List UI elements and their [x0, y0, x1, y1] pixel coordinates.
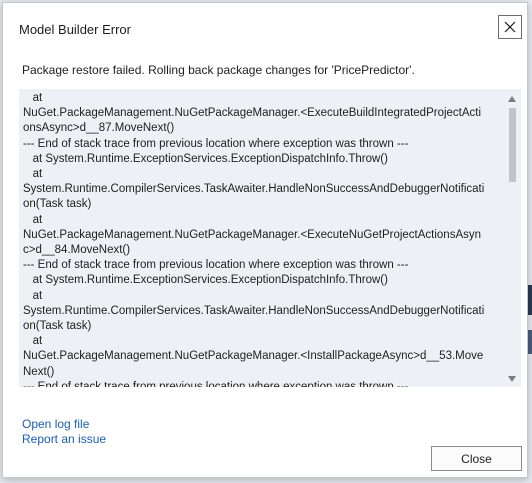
stack-trace-line: System.Runtime.CompilerServices.TaskAwai…: [23, 183, 485, 196]
scroll-down-button[interactable]: [505, 371, 519, 385]
stack-trace-line: on(Task task): [23, 198, 92, 211]
stack-trace-line: Next(): [23, 365, 55, 378]
stack-trace-line: at System.Runtime.ExceptionServices.Exce…: [23, 152, 388, 165]
stack-trace-line: at: [23, 168, 43, 181]
stack-trace-line: at: [23, 289, 43, 302]
scrollbar-thumb[interactable]: [509, 108, 516, 182]
dialog-title: Model Builder Error: [19, 22, 131, 37]
stack-trace-line: --- End of stack trace from previous loc…: [23, 137, 409, 150]
stack-trace-line: at: [23, 92, 43, 104]
close-button[interactable]: Close: [431, 446, 522, 471]
close-icon: [504, 21, 516, 33]
chevron-up-icon: [508, 89, 516, 107]
stack-trace-line: --- End of stack trace from previous loc…: [23, 259, 409, 272]
stack-trace-line: at: [23, 213, 43, 226]
stack-trace-line: c>d__84.MoveNext(): [23, 244, 131, 257]
error-message: Package restore failed. Rolling back pac…: [22, 63, 415, 77]
stack-trace-line: System.Runtime.CompilerServices.TaskAwai…: [23, 304, 485, 317]
open-log-file-link[interactable]: Open log file: [22, 417, 89, 431]
stack-trace-box[interactable]: at NuGet.PackageManagement.NuGetPackageMa…: [19, 89, 521, 387]
stack-trace-line: NuGet.PackageManagement.NuGetPackageMana…: [23, 107, 482, 120]
error-dialog: Model Builder Error Package restore fail…: [2, 2, 528, 478]
chevron-down-icon: [508, 369, 516, 387]
stack-trace-line: NuGet.PackageManagement.NuGetPackageMana…: [23, 228, 482, 241]
stack-trace-line: --- End of stack trace from previous loc…: [23, 380, 409, 387]
stack-trace-line: at: [23, 335, 43, 348]
stack-trace-line: on(Task task): [23, 320, 92, 333]
scroll-up-button[interactable]: [505, 91, 519, 105]
stack-trace-line: NuGet.PackageManagement.NuGetPackageMana…: [23, 350, 484, 363]
stack-trace-line: onsAsync>d__87.MoveNext(): [23, 122, 175, 135]
vertical-scrollbar[interactable]: [505, 89, 519, 387]
report-issue-link[interactable]: Report an issue: [22, 432, 106, 446]
stack-trace-text: at NuGet.PackageManagement.NuGetPackageMa…: [23, 91, 495, 387]
title-close-button[interactable]: [498, 15, 522, 39]
stack-trace-line: at System.Runtime.ExceptionServices.Exce…: [23, 274, 388, 287]
